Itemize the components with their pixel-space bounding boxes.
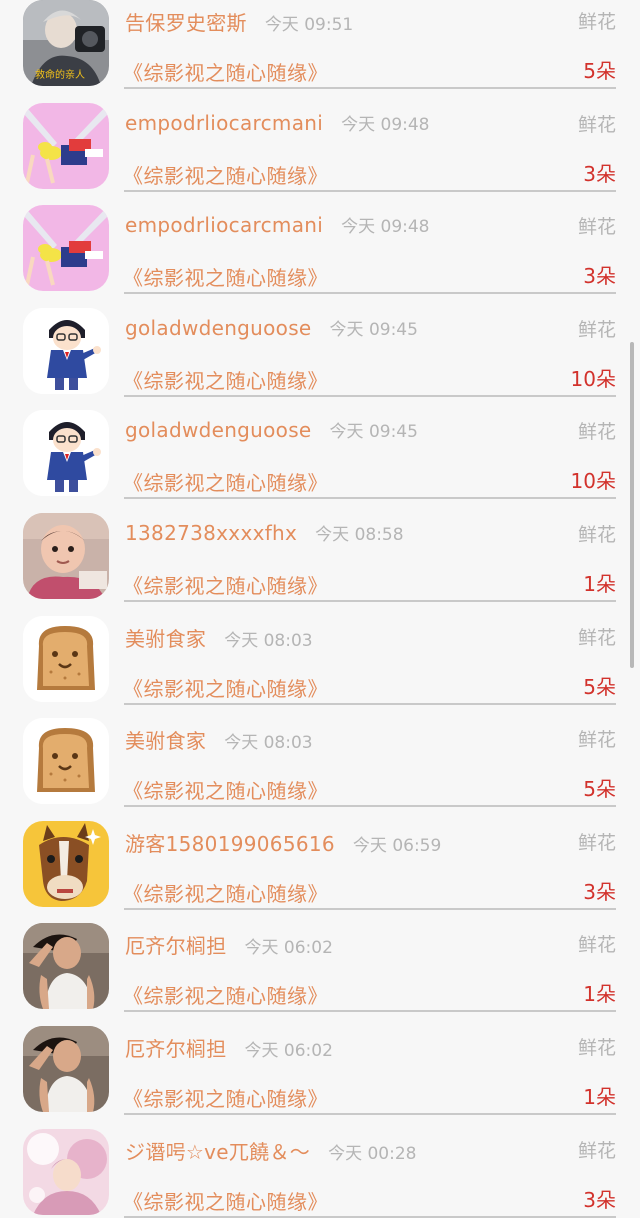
gift-count: 10朵 — [570, 469, 616, 494]
sender-name[interactable]: ジ谮呺☆ve兀饒＆～ — [125, 1136, 310, 1165]
scrollbar[interactable] — [630, 342, 634, 668]
timestamp: 今天 09:51 — [264, 15, 354, 35]
sender-info: empodrliocarcmani 今天 09:48 — [125, 212, 430, 237]
avatar[interactable] — [23, 820, 109, 907]
timestamp: 今天 09:48 — [341, 217, 430, 238]
timestamp: 今天 06:02 — [244, 1040, 333, 1061]
gift-type: 鲜花 — [577, 1036, 616, 1059]
book-title[interactable]: 《综影视之随心随缘》 — [123, 467, 328, 496]
sender-info: 1382738xxxxfhx 今天 08:58 — [125, 520, 404, 545]
sender-info: ジ谮呺☆ve兀饒＆～ 今天 00:28 — [125, 1136, 416, 1165]
gift-type: 鲜花 — [577, 318, 616, 341]
gift-type: 鲜花 — [577, 1139, 616, 1162]
book-title[interactable]: 《综影视之随心随缘》 — [123, 1083, 328, 1112]
book-title[interactable]: 《综影视之随心随缘》 — [123, 57, 328, 86]
timestamp: 今天 06:59 — [352, 835, 442, 856]
timestamp: 今天 08:03 — [224, 630, 313, 651]
message-row[interactable]: goladwdenguoose 今天 09:45 鲜花《综影视之随心随缘》 10朵 — [0, 393, 640, 500]
gift-count: 5朵 — [583, 777, 616, 802]
sender-name[interactable]: 厄齐尔榈担 — [125, 930, 227, 959]
gift-type: 鲜花 — [577, 523, 616, 546]
sender-info: 游客1580199065616 今天 06:59 — [125, 828, 441, 857]
message-row[interactable]: 美驸食家 今天 08:03 鲜花《综影视之随心随缘》 5朵 — [0, 701, 640, 808]
timestamp: 今天 09:45 — [329, 422, 418, 443]
sender-info: 厄齐尔榈担 今天 06:02 — [125, 930, 333, 959]
book-title[interactable]: 《综影视之随心随缘》 — [123, 365, 328, 394]
sender-info: 告保罗史密斯 今天 09:51 — [125, 7, 353, 36]
book-title[interactable]: 《综影视之随心随缘》 — [123, 262, 328, 291]
book-title[interactable]: 《综影视之随心随缘》 — [123, 878, 328, 907]
timestamp: 今天 08:58 — [315, 524, 404, 545]
sender-name[interactable]: 厄齐尔榈担 — [125, 1033, 227, 1062]
gift-count: 1朵 — [583, 1084, 616, 1109]
book-title[interactable]: 《综影视之随心随缘》 — [123, 160, 328, 189]
book-title[interactable]: 《综影视之随心随缘》 — [123, 1186, 328, 1215]
gift-count: 5朵 — [583, 59, 616, 83]
timestamp: 今天 09:48 — [341, 114, 430, 135]
gift-count: 5朵 — [583, 674, 616, 699]
message-row[interactable]: empodrliocarcmani 今天 09:48 鲜花《综影视之随心随缘》 3朵 — [0, 188, 640, 295]
gift-count: 3朵 — [583, 161, 616, 186]
sender-info: goladwdenguoose 今天 09:45 — [125, 315, 418, 340]
gift-type: 鲜花 — [577, 11, 616, 33]
gift-type: 鲜花 — [577, 831, 616, 854]
gift-count: 3朵 — [583, 1187, 616, 1212]
gift-count: 1朵 — [583, 982, 616, 1007]
message-row[interactable]: 厄齐尔榈担 今天 06:02 鲜花《综影视之随心随缘》 1朵 — [0, 906, 640, 1013]
timestamp: 今天 08:03 — [224, 733, 313, 754]
avatar[interactable] — [23, 615, 109, 702]
book-title[interactable]: 《综影视之随心随缘》 — [123, 775, 328, 804]
gift-type: 鲜花 — [577, 934, 616, 957]
avatar[interactable] — [23, 307, 109, 394]
message-row[interactable]: 1382738xxxxfhx 今天 08:58 鲜花《综影视之随心随缘》 1朵 — [0, 496, 640, 602]
sender-name[interactable]: 美驸食家 — [125, 623, 206, 652]
timestamp: 今天 06:02 — [244, 938, 333, 959]
avatar[interactable] — [23, 718, 109, 805]
avatar[interactable] — [23, 410, 109, 497]
sender-name[interactable]: goladwdenguoose — [125, 418, 312, 442]
book-title[interactable]: 《综影视之随心随缘》 — [123, 673, 328, 702]
timestamp: 今天 09:45 — [329, 319, 418, 340]
message-row[interactable]: empodrliocarcmani 今天 09:48 鲜花《综影视之随心随缘》 3朵 — [0, 86, 640, 192]
message-row[interactable]: 游客1580199065616 今天 06:59 鲜花《综影视之随心随缘》 3朵 — [0, 804, 640, 910]
avatar[interactable] — [23, 0, 109, 86]
sender-info: 美驸食家 今天 08:03 — [125, 725, 313, 754]
message-row[interactable]: 告保罗史密斯 今天 09:51 鲜花《综影视之随心随缘》 5朵 — [0, 0, 640, 89]
gift-type: 鲜花 — [577, 113, 616, 136]
sender-info: goladwdenguoose 今天 09:45 — [125, 417, 418, 442]
gift-type: 鲜花 — [577, 421, 616, 444]
sender-name[interactable]: goladwdenguoose — [125, 316, 312, 340]
gift-type: 鲜花 — [577, 216, 616, 239]
gift-type: 鲜花 — [577, 626, 616, 649]
message-row[interactable]: ジ谮呺☆ve兀饒＆～ 今天 00:28 鲜花《综影视之随心随缘》 3朵 — [0, 1112, 640, 1218]
message-row[interactable]: 厄齐尔榈担 今天 06:02 鲜花《综影视之随心随缘》 1朵 — [0, 1009, 640, 1115]
gift-message-list: 告保罗史密斯 今天 09:51 鲜花 《综影视之随心随缘》 5朵 empodrliocar… — [0, 0, 640, 1218]
avatar[interactable] — [23, 205, 109, 292]
gift-type: 鲜花 — [577, 729, 616, 752]
avatar[interactable] — [23, 1025, 109, 1112]
sender-name[interactable]: 1382738xxxxfhx — [125, 521, 297, 545]
gift-count: 1朵 — [583, 571, 616, 596]
message-row[interactable]: goladwdenguoose 今天 09:45 鲜花《综影视之随心随缘》 10朵 — [0, 291, 640, 397]
avatar[interactable] — [23, 1128, 109, 1215]
sender-info: empodrliocarcmani 今天 09:48 — [125, 110, 430, 135]
book-title[interactable]: 《综影视之随心随缘》 — [123, 570, 328, 599]
sender-name[interactable]: empodrliocarcmani — [125, 213, 323, 237]
book-title[interactable]: 《综影视之随心随缘》 — [123, 980, 328, 1009]
gift-count: 3朵 — [583, 264, 616, 289]
sender-name[interactable]: 游客1580199065616 — [125, 828, 335, 857]
sender-name[interactable]: 美驸食家 — [125, 725, 206, 754]
avatar[interactable] — [23, 512, 109, 599]
sender-info: 美驸食家 今天 08:03 — [125, 623, 313, 652]
gift-count: 10朵 — [570, 366, 616, 391]
sender-name[interactable]: empodrliocarcmani — [125, 111, 323, 135]
row-divider — [124, 1215, 616, 1218]
avatar[interactable] — [23, 923, 109, 1010]
sender-info: 厄齐尔榈担 今天 06:02 — [125, 1033, 333, 1062]
gift-count: 3朵 — [583, 879, 616, 904]
message-row[interactable]: 美驸食家 今天 08:03 鲜花《综影视之随心随缘》 5朵 — [0, 599, 640, 705]
sender-name[interactable]: 告保罗史密斯 — [125, 7, 247, 36]
avatar[interactable] — [23, 102, 109, 189]
timestamp: 今天 00:28 — [328, 1143, 417, 1164]
